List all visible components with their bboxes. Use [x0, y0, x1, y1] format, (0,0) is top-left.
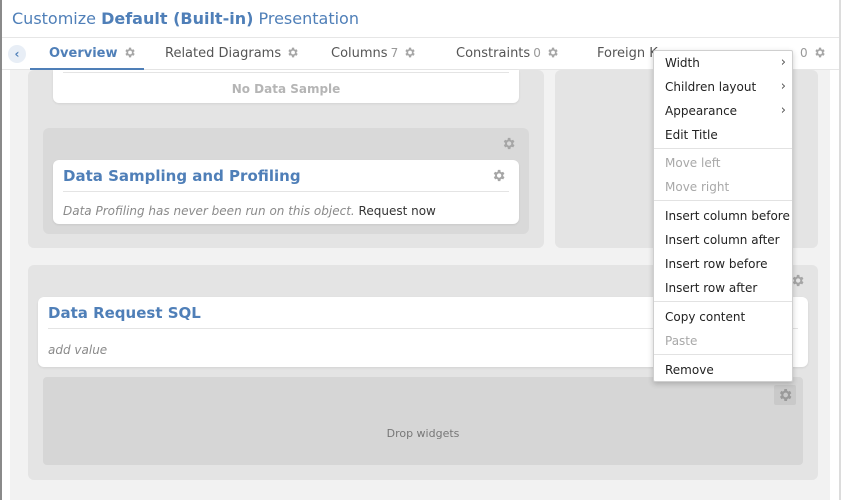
menu-item-paste: Paste	[665, 334, 698, 348]
chevron-right-icon: ›	[780, 79, 786, 94]
empty-state-text: No Data Sample	[231, 82, 341, 96]
layout-column-left[interactable]: No Data Sample Data Sampling and Profili…	[28, 70, 544, 248]
data-sample-widget[interactable]: No Data Sample	[53, 70, 519, 103]
chevron-right-icon: ›	[780, 103, 786, 118]
menu-item-insert-column-after[interactable]: Insert column after	[654, 228, 792, 252]
tab-overview[interactable]: Overview	[30, 38, 144, 70]
gear-icon[interactable]	[813, 46, 826, 59]
gear-icon[interactable]	[501, 136, 516, 151]
tab-hidden[interactable]: 0	[797, 38, 826, 70]
menu-item-insert-row-after[interactable]: Insert row after	[654, 276, 792, 300]
gear-icon[interactable]	[546, 46, 559, 59]
page-title: Customize Default (Built-in) Presentatio…	[12, 9, 359, 28]
widget-container[interactable]: Data Sampling and Profiling Data Profili…	[43, 128, 529, 234]
context-menu: Width › Children layout › Appearance › Edit…	[653, 50, 793, 382]
tab-count: 0	[533, 46, 541, 60]
tab-related-diagrams[interactable]: Related Diagrams	[165, 38, 299, 70]
menu-item-copy-content[interactable]: Copy content	[654, 305, 792, 329]
menu-item-edit-title[interactable]: Edit Title	[654, 123, 792, 147]
tab-constraints[interactable]: Constraints 0	[456, 38, 559, 70]
menu-item-children-layout[interactable]: Children layout ›	[654, 75, 792, 99]
chevron-left-icon[interactable]: ‹	[8, 45, 26, 63]
tab-count: 0	[800, 46, 808, 60]
gear-icon[interactable]	[491, 168, 506, 183]
menu-item-width[interactable]: Width ›	[654, 51, 792, 75]
menu-item-move-left: Move left	[665, 156, 721, 170]
menu-item-insert-row-before[interactable]: Insert row before	[654, 252, 792, 276]
gear-icon[interactable]	[286, 46, 299, 59]
drop-zone[interactable]: Drop widgets	[43, 377, 803, 465]
menu-separator	[654, 301, 792, 302]
gear-icon[interactable]	[774, 385, 796, 405]
gear-icon[interactable]	[403, 46, 416, 59]
gear-icon[interactable]	[123, 46, 136, 59]
menu-item-appearance[interactable]: Appearance ›	[654, 99, 792, 123]
menu-item-insert-column-before[interactable]: Insert column before	[654, 204, 792, 228]
tab-foreign-keys[interactable]: Foreign K	[597, 38, 658, 70]
divider	[63, 72, 509, 73]
menu-item-remove[interactable]: Remove	[654, 358, 792, 382]
profiling-message: Data Profiling has never been run on thi…	[63, 204, 436, 218]
menu-separator	[654, 354, 792, 355]
widget-title[interactable]: Data Sampling and Profiling	[63, 166, 509, 192]
chevron-right-icon: ›	[780, 55, 786, 70]
drop-zone-label: Drop widgets	[386, 427, 460, 440]
dialog-header: Customize Default (Built-in) Presentatio…	[2, 0, 839, 38]
menu-item-move-right: Move right	[665, 180, 730, 194]
tab-columns[interactable]: Columns 7	[331, 38, 416, 70]
window-left-border	[0, 0, 2, 500]
tab-count: 7	[390, 46, 399, 60]
menu-separator	[654, 200, 792, 201]
add-value-placeholder[interactable]: add value	[48, 343, 107, 357]
menu-separator	[654, 148, 792, 149]
profiling-widget[interactable]: Data Sampling and Profiling Data Profili…	[53, 160, 519, 224]
request-now-link[interactable]: Request now	[359, 204, 436, 218]
